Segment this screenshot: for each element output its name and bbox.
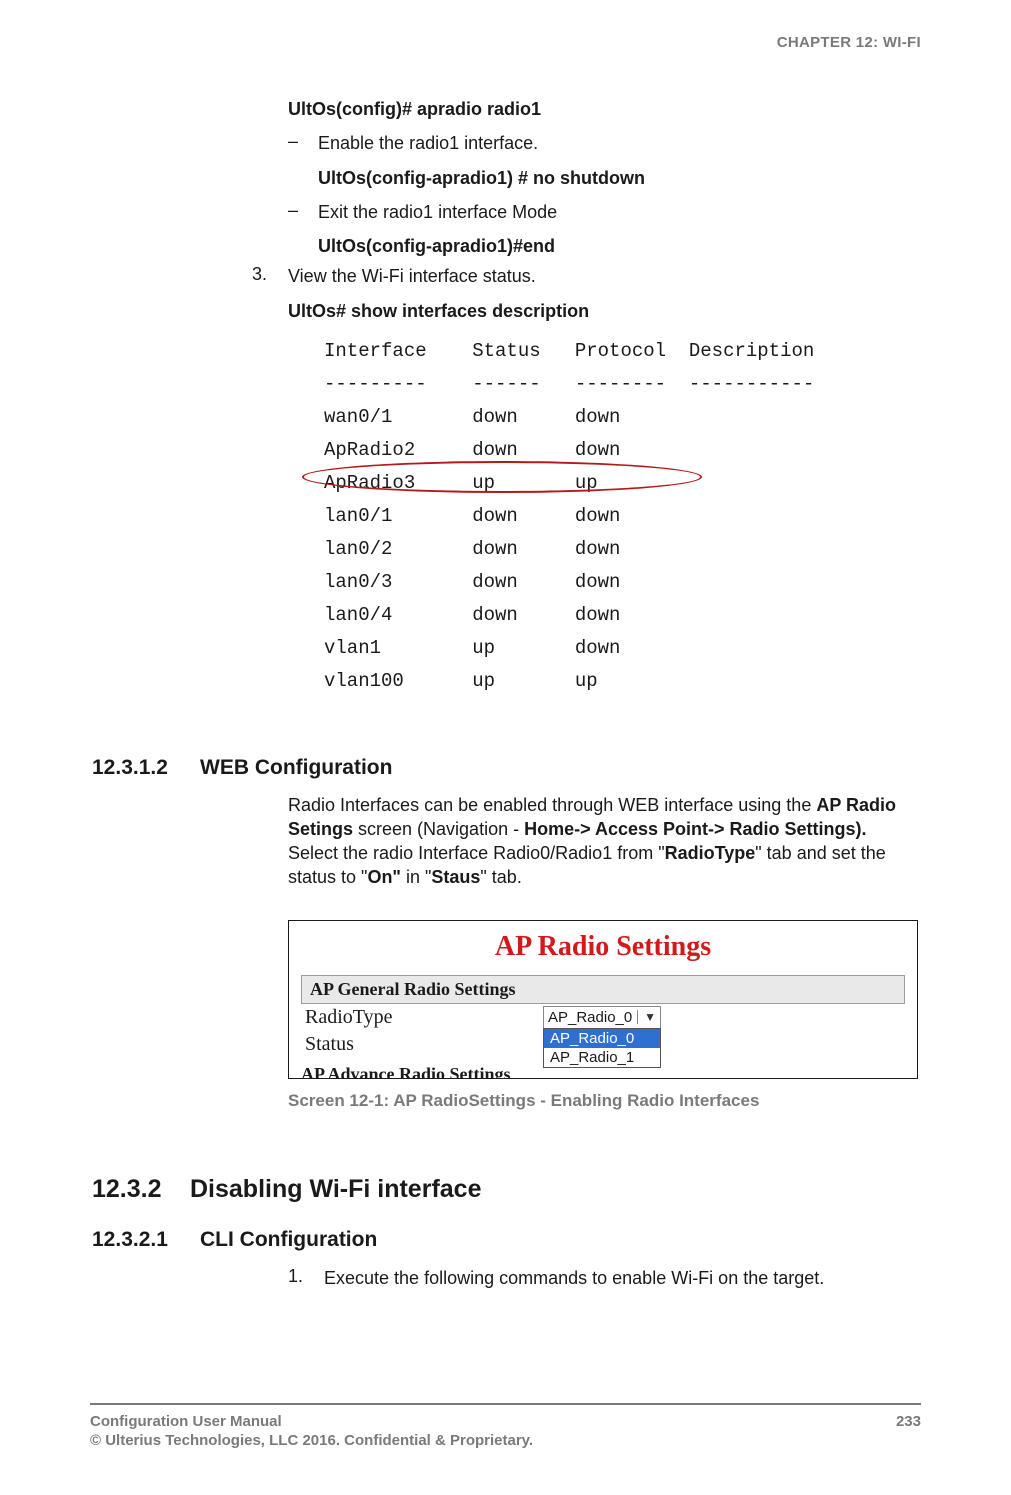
screenshot-title: AP Radio Settings (289, 921, 917, 971)
dash-bullet-icon: – (288, 200, 318, 221)
cli-command: UltOs(config-apradio1)#end (318, 234, 921, 258)
cli-command: UltOs# show interfaces description (288, 299, 921, 323)
list-item: – Enable the radio1 interface. (288, 131, 921, 155)
footer-rule (90, 1403, 921, 1405)
section-heading: 12.3.2Disabling Wi-Fi interface (92, 1175, 921, 1204)
text-run: Radio Interfaces can be enabled through … (288, 795, 816, 815)
numbered-step: 3. View the Wi-Fi interface status. (252, 264, 921, 288)
radiotype-select-wrap: AP_Radio_0 ▼ AP_Radio_0AP_Radio_1 (543, 1006, 661, 1029)
section-number: 12.3.2.1 (92, 1228, 200, 1252)
step-number: 1. (288, 1266, 324, 1287)
dropdown-option[interactable]: AP_Radio_0 (544, 1029, 660, 1048)
highlight-circle (302, 461, 702, 493)
paragraph: Radio Interfaces can be enabled through … (288, 794, 921, 890)
footer-copyright: © Ulterius Technologies, LLC 2016. Confi… (90, 1432, 921, 1449)
figure-caption: Screen 12-1: AP RadioSettings - Enabling… (288, 1091, 921, 1111)
step-number: 3. (252, 264, 288, 285)
form-row-radiotype: RadioType AP_Radio_0 ▼ AP_Radio_0AP_Radi… (301, 1004, 905, 1031)
step-text: Execute the following commands to enable… (324, 1266, 824, 1290)
step-text: View the Wi-Fi interface status. (288, 264, 536, 288)
page: CHAPTER 12: WI-FI UltOs(config)# apradio… (0, 0, 1011, 1495)
section-title: Disabling Wi-Fi interface (190, 1175, 481, 1203)
text-run: Staus (431, 867, 480, 887)
list-item-text: Exit the radio1 interface Mode (318, 200, 557, 224)
page-footer: Configuration User Manual 233 © Ulterius… (90, 1403, 921, 1449)
text-run: in " (401, 867, 431, 887)
field-label: Status (305, 1033, 543, 1056)
command-block: UltOs(config)# apradio radio1 – Enable t… (288, 97, 921, 258)
text-run: On" (367, 867, 401, 887)
footer-row: Configuration User Manual 233 (90, 1413, 921, 1430)
dropdown-option[interactable]: AP_Radio_1 (544, 1048, 660, 1067)
dash-bullet-icon: – (288, 131, 318, 152)
text-run: Home-> Access Point-> Radio Settings). (524, 819, 866, 839)
chevron-down-icon: ▼ (637, 1010, 656, 1024)
section-heading: 12.3.1.2WEB Configuration (92, 756, 921, 780)
page-number: 233 (896, 1413, 921, 1430)
chapter-header: CHAPTER 12: WI-FI (90, 34, 921, 51)
panel-heading: AP General Radio Settings (301, 975, 905, 1004)
section-heading: 12.3.2.1CLI Configuration (92, 1228, 921, 1252)
cli-command: UltOs(config-apradio1) # no shutdown (318, 166, 921, 190)
footer-left: Configuration User Manual (90, 1413, 282, 1430)
radiotype-select[interactable]: AP_Radio_0 ▼ (543, 1006, 661, 1029)
field-label: RadioType (305, 1006, 543, 1029)
text-run: " tab. (480, 867, 521, 887)
text-run: RadioType (665, 843, 756, 863)
interface-table: Interface Status Protocol Description --… (324, 335, 921, 698)
text-run: screen (Navigation - (353, 819, 524, 839)
radiotype-dropdown[interactable]: AP_Radio_0AP_Radio_1 (543, 1028, 661, 1068)
embedded-screenshot: AP Radio Settings AP General Radio Setti… (288, 920, 918, 1079)
section-title: WEB Configuration (200, 756, 392, 779)
section-number: 12.3.1.2 (92, 756, 200, 780)
select-value: AP_Radio_0 (548, 1009, 632, 1026)
numbered-step: 1. Execute the following commands to ena… (288, 1266, 921, 1290)
list-item: – Exit the radio1 interface Mode (288, 200, 921, 224)
section-title: CLI Configuration (200, 1228, 377, 1251)
section-number: 12.3.2 (92, 1175, 190, 1204)
settings-panel: AP General Radio Settings RadioType AP_R… (301, 975, 905, 1058)
text-run: Select the radio Interface Radio0/Radio1… (288, 843, 665, 863)
list-item-text: Enable the radio1 interface. (318, 131, 538, 155)
cli-command: UltOs(config)# apradio radio1 (288, 97, 921, 121)
